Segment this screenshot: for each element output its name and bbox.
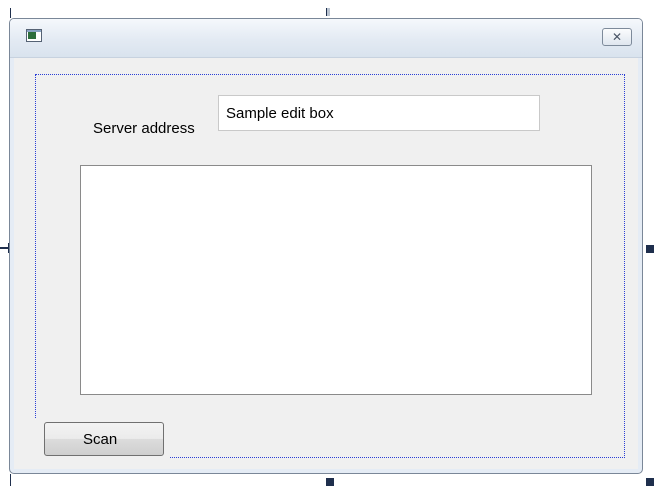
resize-handle-right-middle[interactable] [646, 245, 654, 253]
resize-handle-bottom-center[interactable] [326, 478, 334, 486]
close-icon: ✕ [611, 30, 623, 44]
scan-button[interactable]: Scan [44, 422, 164, 456]
server-address-input[interactable] [218, 95, 540, 131]
server-address-label: Server address [93, 120, 195, 137]
close-button[interactable]: ✕ [602, 28, 632, 46]
dialog-window: ✕ Server address Scan [9, 18, 643, 474]
resize-handle-bottom-right[interactable] [646, 478, 654, 486]
resize-handle-bottom-left[interactable] [10, 474, 11, 486]
resize-handle-top-center[interactable] [326, 8, 330, 16]
scan-results-list[interactable] [80, 165, 592, 395]
resize-handle-top-left[interactable] [10, 8, 11, 18]
app-window-icon [26, 29, 42, 42]
title-bar[interactable]: ✕ [10, 19, 642, 58]
